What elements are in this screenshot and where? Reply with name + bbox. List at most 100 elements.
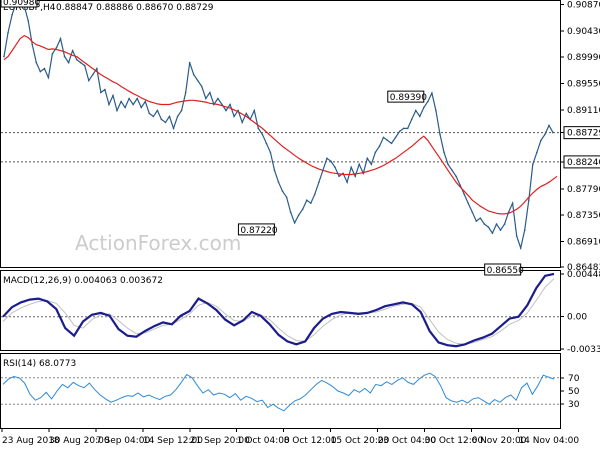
price-point bbox=[176, 115, 179, 118]
price-point bbox=[503, 223, 506, 225]
price-tick-label: 0.90430 bbox=[567, 27, 600, 37]
price-point bbox=[390, 142, 393, 145]
price-point bbox=[261, 133, 264, 136]
price-point bbox=[362, 172, 365, 175]
price-point bbox=[463, 193, 465, 196]
price-point bbox=[213, 103, 215, 106]
rsi-series-layer bbox=[2, 372, 555, 412]
price-point bbox=[487, 226, 490, 228]
price-point bbox=[144, 100, 147, 103]
price-point bbox=[124, 106, 126, 109]
price-point bbox=[398, 130, 401, 133]
rsi-tick-label: 50 bbox=[568, 387, 580, 397]
price-point bbox=[544, 133, 546, 136]
price-point bbox=[447, 163, 449, 166]
price-dotted-lines bbox=[1, 132, 560, 163]
price-point bbox=[410, 118, 413, 121]
price-point bbox=[418, 115, 421, 118]
price-point bbox=[439, 133, 441, 136]
price-point bbox=[3, 55, 5, 58]
price-point bbox=[293, 222, 296, 224]
price-point bbox=[237, 109, 239, 112]
price-point bbox=[301, 208, 304, 210]
price-point bbox=[402, 127, 405, 130]
price-point bbox=[318, 181, 320, 184]
price-point bbox=[257, 127, 260, 130]
price-point bbox=[394, 136, 397, 139]
price-point bbox=[455, 175, 457, 178]
price-point bbox=[7, 31, 9, 34]
price-point bbox=[164, 121, 167, 124]
price-y-axis: 0.90870 0.90430 0.89990 0.89550 0.89110 0.887… bbox=[560, 1, 600, 273]
price-point bbox=[406, 127, 409, 130]
price-point bbox=[277, 181, 280, 184]
chart-window: EURGBP,H4 0.88847 0.88886 0.88670 0.8872… bbox=[0, 0, 600, 450]
price-point bbox=[483, 223, 486, 225]
price-point bbox=[35, 61, 38, 64]
annotation-label: 0.86550 bbox=[487, 266, 524, 276]
price-point bbox=[221, 103, 223, 106]
price-point bbox=[523, 229, 526, 231]
price-point bbox=[273, 169, 276, 172]
price-point bbox=[156, 109, 159, 112]
price-point bbox=[233, 115, 235, 118]
price-point bbox=[180, 109, 183, 112]
price-point bbox=[414, 109, 417, 112]
price-point bbox=[305, 199, 308, 201]
price-point bbox=[475, 220, 478, 222]
macd-tick-label: 0.00 bbox=[567, 313, 587, 323]
price-point bbox=[192, 73, 195, 76]
price-point bbox=[423, 106, 425, 109]
price-point bbox=[281, 190, 284, 193]
price-point bbox=[225, 109, 227, 112]
price-point bbox=[378, 145, 381, 148]
price-point bbox=[104, 88, 106, 91]
price-point bbox=[495, 223, 498, 225]
price-point bbox=[67, 61, 70, 64]
price-point bbox=[51, 52, 54, 55]
price-point bbox=[330, 160, 332, 163]
price-point bbox=[87, 79, 90, 82]
x-tick-label: 1 Oct 04:00 bbox=[237, 436, 290, 446]
price-point bbox=[152, 115, 155, 118]
annotation-label: 0.90980 bbox=[3, 0, 40, 8]
price-point bbox=[334, 166, 336, 169]
price-point bbox=[83, 64, 86, 67]
price-point bbox=[209, 91, 211, 94]
price-point bbox=[112, 94, 114, 97]
price-point bbox=[527, 199, 530, 201]
price-point bbox=[241, 121, 243, 124]
price-point bbox=[96, 67, 98, 70]
price-point bbox=[507, 211, 510, 213]
price-point bbox=[75, 58, 78, 61]
price-point bbox=[326, 157, 328, 160]
rsi-label: RSI(14) 68.0773 bbox=[3, 359, 76, 369]
price-point bbox=[148, 112, 151, 115]
price-point bbox=[435, 109, 437, 112]
price-point bbox=[229, 103, 231, 106]
price-series-layer bbox=[3, 0, 558, 251]
price-point bbox=[536, 151, 538, 154]
price-point bbox=[245, 112, 248, 115]
rsi-tick-label: 30 bbox=[568, 400, 580, 410]
price-tick-label: 0.86910 bbox=[567, 237, 600, 247]
price-point bbox=[92, 73, 94, 76]
rsi-line bbox=[2, 372, 555, 412]
price-point bbox=[71, 49, 74, 52]
price-point bbox=[63, 55, 66, 58]
annotation-label: 0.87220 bbox=[240, 226, 277, 236]
price-point bbox=[132, 103, 134, 106]
price-point bbox=[31, 43, 34, 46]
price-point bbox=[479, 217, 482, 219]
price-point bbox=[289, 211, 292, 213]
price-point bbox=[47, 76, 50, 79]
price-point bbox=[552, 131, 554, 134]
macd-tick-label: -0.003379 bbox=[567, 345, 600, 355]
price-point bbox=[519, 247, 522, 249]
price-point bbox=[540, 139, 542, 142]
price-point bbox=[217, 97, 219, 100]
price-point bbox=[350, 166, 352, 169]
price-point bbox=[201, 85, 203, 88]
price-point bbox=[499, 229, 502, 231]
price-point bbox=[467, 202, 470, 204]
